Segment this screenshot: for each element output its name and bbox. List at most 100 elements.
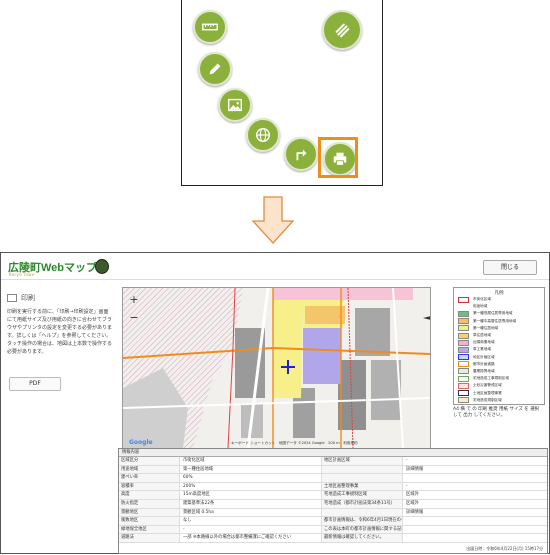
table-cell: 最新情報は確認してください。 (322, 534, 403, 542)
image-icon (227, 98, 243, 112)
table-cell: 建築基準法22条 (180, 499, 322, 508)
legend-swatch (458, 318, 469, 325)
turn-arrow-icon (296, 149, 307, 161)
legend-list: 市街化区域 用途地域 第一種低層住居専用地域 第一種中高層住居専用地域 第一種住居地域準… (454, 296, 544, 404)
table-cell: 土地区画整理事業 (322, 482, 403, 491)
table-row: 道路法 一部 ※本路線以外の場合は都市整備課にご確認ください 最新情報は確認してくだ… (119, 534, 547, 543)
legend-label: 宅地造成工事規制区域 (473, 376, 509, 381)
table-cell: 高度 (119, 491, 180, 499)
table-cell (403, 534, 547, 542)
table-cell[interactable]: 詳細情報 (403, 466, 547, 474)
legend-item: 農業振興地域 (458, 368, 544, 375)
table-cell (403, 526, 547, 534)
legend-label: 都市計画道路 (473, 361, 495, 366)
table-cell: 宅地造成工事規制区域 (322, 491, 403, 499)
table-cell: 風致地区 (119, 517, 180, 525)
table-cell: - (406, 483, 408, 489)
measure-button[interactable] (193, 10, 227, 44)
print-preview-window: 広陵町Webマップ Koryo Town 閉じる 印刷 印刷を実行する前に、「印… (0, 252, 550, 554)
route-button[interactable] (284, 137, 318, 171)
zoom-out-button[interactable]: − (128, 312, 140, 324)
legend-label: 準工業地域 (473, 347, 491, 352)
mascot-icon (95, 259, 109, 274)
table-row: 高度 15m高度地区 宅地造成工事規制区域 区域外 (119, 491, 547, 500)
draw-button[interactable] (198, 52, 232, 86)
info-footer: 出図日時：令和6年4月22日(月) 15時17分 (466, 546, 543, 551)
legend-label: 市街化区域 (473, 297, 491, 302)
info-table-title: 情報内容 (119, 449, 547, 457)
table-row: 風致地区なし都市計画情報は、令和6年4月1日現在のものです。 (119, 517, 547, 526)
legend-label: 第一種低層住居専用地域 (473, 311, 513, 316)
table-cell: 区域外 (406, 492, 419, 498)
table-cell[interactable]: 詳細情報 (403, 509, 547, 517)
table-cell (322, 474, 403, 482)
legend-item: 近隣商業地域 (458, 339, 544, 346)
table-cell: 景観地区 (119, 508, 180, 517)
table-cell: 市街化区域 (180, 457, 322, 465)
table-row: 防火指定 建築基準法22条 宅地造成（都市計画法第34条11号） 区域外 (119, 499, 547, 509)
table-cell: 防火指定 (119, 499, 180, 508)
close-button[interactable]: 閉じる (483, 260, 537, 275)
legend-item: 土砂災害警戒区域 (458, 382, 544, 389)
legend-label: 地区計画区域 (473, 354, 495, 359)
legend-label: 近隣商業地域 (473, 340, 495, 345)
table-cell: 60% (180, 474, 322, 482)
pdf-button[interactable]: PDF (9, 377, 61, 391)
legend-item: 第一種住居地域 (458, 325, 544, 332)
table-cell: 200% (180, 482, 322, 491)
legend-swatch (458, 303, 469, 310)
printer-icon (7, 294, 17, 302)
table-cell (322, 508, 403, 517)
table-cell: 容積率 (119, 482, 180, 491)
legend-swatch (458, 354, 469, 361)
table-row: 緑地保全地区-この表は本町の都市計画情報に関する記載ではありません。 (119, 525, 547, 535)
menu-toggle-button[interactable] (322, 10, 362, 50)
table-cell: - (180, 525, 322, 534)
legend-label: 宅地造成規制区域 (473, 397, 502, 402)
print-sidebar: 印刷 印刷を実行する前に、「印刷→印刷設定」画面にて用紙サイズ及び用紙の向きに合… (1, 280, 119, 554)
info-table-body: 区域区分 市街化区域 地区計画区域 - 用途地域 第一種住居地域 詳細情報 建ぺい率 60% 容積… (119, 457, 547, 543)
table-cell: 区域区分 (119, 457, 180, 465)
table-cell: 一部 ※本路線以外の場合は都市整備課にご確認ください (180, 534, 322, 542)
legend-swatch (458, 390, 469, 397)
table-cell: 道路法 (119, 534, 180, 542)
table-cell: - (406, 458, 408, 463)
app-logo-subtitle: Koryo Town (9, 272, 35, 277)
pencil-icon (209, 63, 221, 75)
legend-swatch (458, 332, 469, 339)
legend-item: 地区計画区域 (458, 354, 544, 361)
legend-swatch (458, 346, 469, 353)
info-table: 情報内容 区域区分 市街化区域 地区計画区域 - 用途地域 第一種住居地域 詳細情報 建ぺい率… (118, 448, 548, 554)
legend-item: 用途地域 (458, 303, 544, 310)
legend-label: 準住居地域 (473, 333, 491, 338)
table-row: 用途地域 第一種住居地域 詳細情報 (119, 465, 547, 475)
legend-swatch (458, 310, 469, 317)
map-view[interactable]: + − Google キーボード ショートカット 地図データ ©2024 Goo… (122, 287, 431, 449)
table-cell: 都市計画情報は、令和6年4月1日現在のものです。 (322, 517, 403, 525)
table-cell: 15m高度地区 (180, 491, 322, 499)
image-button[interactable] (218, 88, 252, 122)
down-arrow-icon (252, 196, 294, 244)
table-cell: この表は本町の都市計画情報に関する記載ではありません。 (322, 525, 403, 534)
zoom-in-button[interactable]: + (128, 294, 140, 306)
globe-button[interactable] (246, 118, 280, 152)
table-cell: 第一種住居地域 (180, 465, 322, 474)
map-attribution: キーボード ショートカット 地図データ ©2024 Google 200 m 利… (231, 441, 358, 445)
legend-swatch (458, 296, 469, 303)
table-cell: 景観区域 0.5ha (180, 508, 322, 517)
legend-swatch (458, 382, 469, 389)
legend-item: 宅地造成規制区域 (458, 397, 544, 404)
legend-swatch (458, 339, 469, 346)
print-description: 印刷を実行する前に、「印刷→印刷設定」画面にて用紙サイズ及び用紙の向きに合わせて… (7, 309, 113, 355)
table-cell: 地区計画区域 (322, 457, 403, 465)
table-cell (322, 465, 403, 474)
print-button-highlight (318, 137, 358, 178)
globe-icon (255, 127, 271, 143)
legend-item: 準工業地域 (458, 346, 544, 353)
table-cell (403, 474, 547, 482)
compass-icon (423, 316, 430, 320)
legend-item: 市街化区域 (458, 296, 544, 303)
legend-item: 準住居地域 (458, 332, 544, 339)
table-cell: 緑地保全地区 (119, 525, 180, 534)
table-cell: 用途地域 (119, 465, 180, 474)
